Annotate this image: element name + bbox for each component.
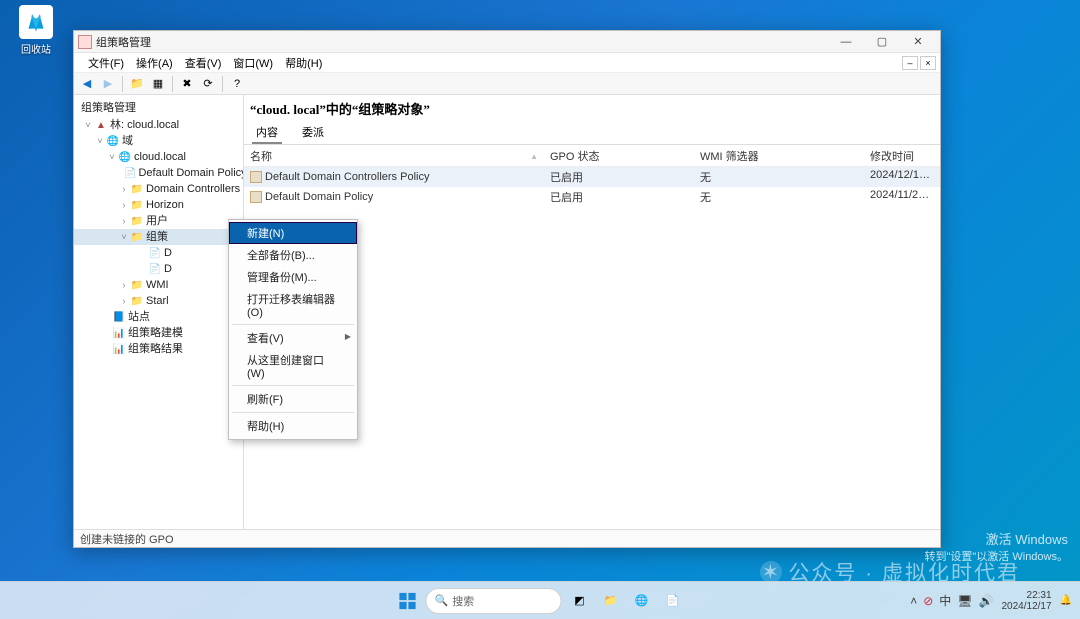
col-wmi[interactable]: WMI 筛选器 [694, 146, 864, 166]
col-status[interactable]: GPO 状态 [544, 146, 694, 166]
mdi-close-button[interactable]: × [920, 56, 936, 70]
menu-view[interactable]: 查看(V) [179, 53, 228, 73]
tree-users[interactable]: 用户 [146, 214, 168, 229]
refresh-toolbar-button[interactable]: ⟳ [199, 75, 217, 93]
tree-gpo-d2[interactable]: D [164, 262, 172, 277]
tree-results[interactable]: 组策略结果 [128, 342, 183, 357]
menubar: 文件(F) 操作(A) 查看(V) 窗口(W) 帮助(H) – × [74, 53, 940, 73]
start-button[interactable] [395, 588, 421, 614]
tab-content[interactable]: 内容 [252, 122, 282, 144]
tree-domain[interactable]: cloud.local [134, 150, 186, 165]
tree-gpo[interactable]: 组策 [146, 230, 168, 245]
menu-window[interactable]: 窗口(W) [227, 53, 279, 73]
tree-sites[interactable]: 站点 [128, 310, 150, 325]
recycle-bin-label: 回收站 [21, 45, 51, 56]
recycle-bin[interactable]: 回收站 [12, 5, 60, 56]
wechat-icon: ✶ [760, 561, 782, 583]
gpmc-window: 组策略管理 — ▢ ✕ 文件(F) 操作(A) 查看(V) 窗口(W) 帮助(H… [73, 30, 941, 548]
ctx-backup-all[interactable]: 全部备份(B)... [229, 244, 357, 266]
tree-dc[interactable]: Domain Controllers [146, 182, 240, 197]
statusbar: 创建未链接的 GPO [74, 529, 940, 547]
gpo-row[interactable]: Default Domain Policy 已启用 无 2024/11/25 1… [244, 187, 940, 207]
help-toolbar-button[interactable]: ? [228, 75, 246, 93]
tree-gpo-d1[interactable]: D [164, 246, 172, 261]
ctx-refresh[interactable]: 刷新(F) [229, 388, 357, 410]
context-menu: 新建(N) 全部备份(B)... 管理备份(M)... 打开迁移表编辑器(O) … [228, 219, 358, 440]
col-modified[interactable]: 修改时间 [864, 146, 940, 166]
chevron-up-icon[interactable]: ˄ [910, 594, 917, 608]
tree-domains[interactable]: 域 [122, 134, 133, 149]
window-title: 组策略管理 [96, 34, 828, 50]
menu-help[interactable]: 帮助(H) [279, 53, 328, 73]
tab-delegate[interactable]: 委派 [298, 122, 328, 144]
policy-icon [250, 191, 262, 203]
minimize-button[interactable]: — [828, 32, 864, 52]
ctx-open-migration[interactable]: 打开迁移表编辑器(O) [229, 288, 357, 322]
tree-root-label: 组策略管理 [81, 99, 136, 115]
up-button[interactable]: 📁 [128, 75, 146, 93]
restore-button[interactable]: – [902, 56, 918, 70]
tree-starter[interactable]: Starl [146, 294, 169, 309]
menu-file[interactable]: 文件(F) [82, 53, 130, 73]
taskbar: 🔍 搜索 ◩ 📁 🌐 📄 ˄ ⊘ 中 🖥 🔊 22:31 2024/12/17 … [0, 581, 1080, 619]
volume-icon[interactable]: 🔊 [979, 594, 994, 608]
forward-button[interactable]: ▶ [99, 75, 117, 93]
ctx-manage-backup[interactable]: 管理备份(M)... [229, 266, 357, 288]
system-tray[interactable]: ˄ ⊘ 中 🖥 🔊 [910, 592, 993, 609]
content-title: “cloud. local”中的“组策略对象” [244, 95, 940, 122]
search-icon: 🔍 [435, 594, 449, 607]
gpo-row[interactable]: Default Domain Controllers Policy 已启用 无 … [244, 167, 940, 187]
network-icon[interactable]: 🖥 [957, 594, 972, 608]
tree-modeling[interactable]: 组策略建模 [128, 326, 183, 341]
explorer-icon[interactable]: 📁 [598, 588, 624, 614]
back-button[interactable]: ◀ [78, 75, 96, 93]
toolbar: ◀ ▶ 📁 ▦ ✖ ⟳ ? [74, 73, 940, 95]
ctx-view[interactable]: 查看(V) [229, 327, 357, 349]
task-view-button[interactable]: ◩ [567, 588, 593, 614]
taskbar-clock[interactable]: 22:31 2024/12/17 [1001, 590, 1051, 612]
app-icon [78, 35, 92, 49]
titlebar[interactable]: 组策略管理 — ▢ ✕ [74, 31, 940, 53]
properties-button[interactable]: ▦ [149, 75, 167, 93]
ctx-new-window[interactable]: 从这里创建窗口(W) [229, 349, 357, 383]
gpmc-taskbar-icon[interactable]: 📄 [660, 588, 686, 614]
delete-button[interactable]: ✖ [178, 75, 196, 93]
security-icon[interactable]: ⊘ [923, 594, 933, 608]
policy-icon [250, 171, 262, 183]
maximize-button[interactable]: ▢ [864, 32, 900, 52]
close-button[interactable]: ✕ [900, 32, 936, 52]
taskbar-search[interactable]: 🔍 搜索 [426, 588, 562, 614]
tree-horizon[interactable]: Horizon [146, 198, 184, 213]
tree-forest[interactable]: 林: cloud.local [110, 118, 179, 133]
menu-action[interactable]: 操作(A) [130, 53, 179, 73]
ime-icon[interactable]: 中 [939, 592, 951, 609]
col-name[interactable]: 名称▲ [244, 146, 544, 166]
tree-panel[interactable]: 组策略管理 ˅▲林: cloud.local ˅🌐域 ˅🌐cloud.local… [74, 95, 244, 529]
recycle-bin-icon [19, 5, 53, 39]
tree-wmi[interactable]: WMI [146, 278, 169, 293]
ctx-help[interactable]: 帮助(H) [229, 415, 357, 437]
ctx-new[interactable]: 新建(N) [229, 222, 357, 244]
edge-icon[interactable]: 🌐 [629, 588, 655, 614]
tree-ddp[interactable]: Default Domain Policy [138, 166, 244, 181]
notification-icon[interactable]: 🔔 [1060, 595, 1072, 606]
